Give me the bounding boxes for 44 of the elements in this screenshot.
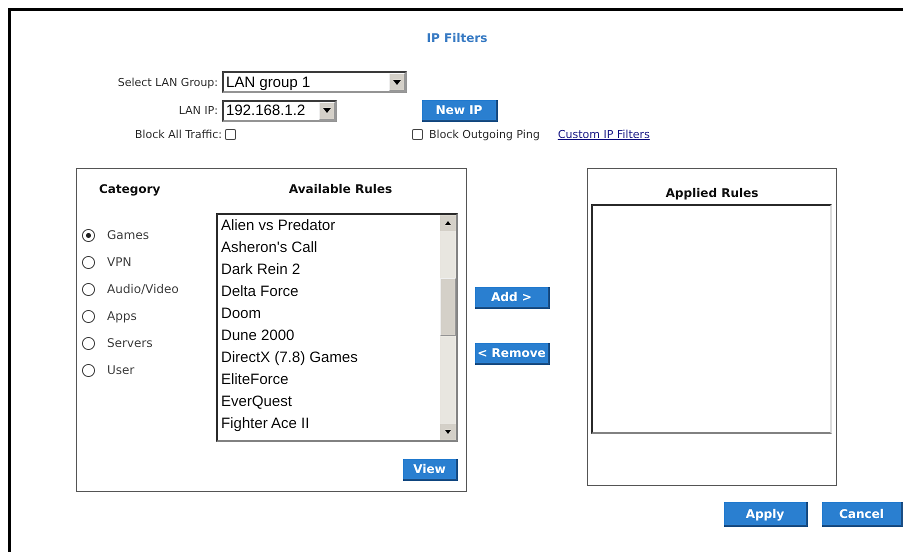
field-label: LAN IP: (178, 104, 218, 117)
radio-label: Servers (107, 336, 153, 350)
block-all-traffic-checkbox[interactable] (225, 129, 236, 140)
column-heading: Category (98, 182, 162, 196)
custom-ip-filters-link[interactable]: Custom IP Filters (558, 128, 650, 141)
radio-button[interactable] (82, 228, 95, 242)
field-label: Select LAN Group: (118, 76, 218, 88)
radio-label: Apps (107, 309, 137, 323)
radio-button[interactable] (82, 364, 95, 376)
checkbox-label: Block Outgoing Ping (429, 128, 540, 141)
new-ip-button[interactable]: New IP (422, 100, 498, 122)
radio-button[interactable] (82, 256, 95, 268)
lan-group-dropdown[interactable]: LAN group 1 (222, 71, 407, 93)
radio-button[interactable] (82, 282, 95, 296)
list-item[interactable]: Alien vs Predator (221, 215, 440, 237)
list-item[interactable]: EliteForce (221, 369, 440, 391)
add-button[interactable]: Add > (475, 287, 550, 309)
page-title: IP Filters (426, 31, 488, 45)
list-item[interactable]: DirectX (7.8) Games (221, 347, 440, 369)
list-item[interactable]: Dune 2000 (221, 325, 440, 347)
radio-label: Games (107, 228, 149, 242)
apply-button[interactable]: Apply (724, 502, 808, 527)
column-heading: Applied Rules (666, 186, 758, 200)
remove-button[interactable]: < Remove (475, 343, 550, 365)
radio-button[interactable] (82, 336, 95, 350)
scrollbar[interactable] (440, 215, 456, 440)
list-item[interactable]: Fighter Ace II (221, 413, 440, 435)
view-button[interactable]: View (403, 459, 458, 481)
lan-ip-dropdown[interactable]: 192.168.1.2 (222, 100, 337, 122)
block-ping-checkbox[interactable] (412, 129, 423, 140)
radio-label: VPN (107, 255, 132, 269)
field-label: Block All Traffic: (134, 128, 222, 141)
list-item[interactable]: Asheron's Call (221, 237, 440, 259)
list-item[interactable]: Delta Force (221, 281, 440, 303)
list-item[interactable]: Dark Rein 2 (221, 259, 440, 281)
list-item[interactable]: Doom (221, 303, 440, 325)
applied-rules-list[interactable] (591, 204, 832, 434)
cancel-button[interactable]: Cancel (822, 502, 903, 527)
column-heading: Available Rules (288, 182, 392, 196)
radio-label: User (107, 363, 134, 377)
radio-button[interactable] (82, 310, 95, 322)
radio-label: Audio/Video (107, 282, 179, 296)
available-rules-list[interactable]: Alien vs Predator Asheron's Call Dark Rein 2 Delta Force Doom Dune 2000 DirectX (7.8) Games EliteForce EverQuest Fighter Ace II (216, 213, 458, 442)
list-item[interactable]: EverQuest (221, 391, 440, 413)
